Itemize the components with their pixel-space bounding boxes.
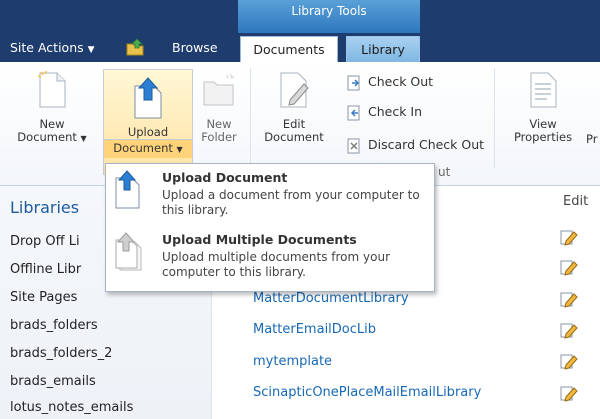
ribbon-separator <box>494 68 495 168</box>
view-properties-label-2: Properties <box>513 130 573 144</box>
new-document-button[interactable]: New Document ▼ <box>2 70 102 145</box>
edit-document-icon <box>280 72 309 108</box>
view-properties-icon <box>530 72 557 108</box>
new-folder-button[interactable]: New Folder <box>192 70 246 144</box>
edit-document-button[interactable]: Edit Document <box>254 70 334 144</box>
check-in-label: Check In <box>368 104 423 119</box>
menu-item-description: Upload a document from your computer to … <box>162 188 420 217</box>
new-document-label-2: Document <box>17 130 77 144</box>
discard-check-out-icon <box>347 138 360 153</box>
nav-item-lotus-notes-emails[interactable]: lotus_notes_emails <box>10 400 133 415</box>
upload-document-label-2: Document <box>113 141 173 155</box>
new-document-label-1: New <box>39 117 65 131</box>
navigate-up-icon[interactable] <box>125 38 145 56</box>
library-link-matter-document-library[interactable]: MatterDocumentLibrary <box>253 291 409 306</box>
upload-document-icon <box>134 77 162 119</box>
ribbon-separator <box>250 68 251 168</box>
library-link-matter-email-doc-lib[interactable]: MatterEmailDocLib <box>253 322 376 337</box>
nav-item-drop-off-library[interactable]: Drop Off Li <box>10 234 80 249</box>
upload-multiple-documents-icon <box>115 232 142 271</box>
nav-item-brads-folders-2[interactable]: brads_folders_2 <box>10 346 112 361</box>
menu-item-upload-document[interactable]: Upload Document Upload a document from y… <box>106 166 434 228</box>
view-properties-button[interactable]: View Properties <box>500 70 586 144</box>
menu-item-title: Upload Document <box>162 170 288 185</box>
nav-item-offline-library[interactable]: Offline Libr <box>10 262 81 277</box>
site-actions-menu[interactable]: Site Actions ▼ <box>10 33 95 62</box>
upload-document-dropdown[interactable]: Document ▼ <box>104 139 192 158</box>
check-in-icon <box>347 105 360 120</box>
menu-item-title: Upload Multiple Documents <box>162 232 357 247</box>
menu-item-description: Upload multiple documents from your comp… <box>162 250 391 279</box>
discard-check-out-button[interactable]: Discard Check Out <box>346 135 484 155</box>
upload-document-button[interactable]: Upload Document ▼ <box>103 69 193 175</box>
tab-documents[interactable]: Documents <box>240 36 338 62</box>
menu-item-upload-multiple-documents[interactable]: Upload Multiple Documents Upload multipl… <box>106 228 434 290</box>
library-tools-context-label: Library Tools <box>238 0 420 33</box>
truncated-ribbon-button-label[interactable]: Pr <box>586 132 597 146</box>
library-link-mytemplate[interactable]: mytemplate <box>253 354 332 369</box>
tab-browse[interactable]: Browse <box>172 33 218 62</box>
upload-document-icon <box>115 170 140 209</box>
edit-document-label-2: Document <box>264 130 324 144</box>
nav-item-brads-emails[interactable]: brads_emails <box>10 374 96 389</box>
chevron-down-icon: ▼ <box>87 45 95 55</box>
top-bar: Library Tools Site Actions ▼ Browse Docum… <box>0 0 600 62</box>
libraries-heading[interactable]: Libraries <box>10 198 79 217</box>
check-out-label: Check Out <box>368 74 434 89</box>
check-out-button[interactable]: Check Out <box>346 72 433 92</box>
upload-document-label-1: Upload <box>127 125 169 139</box>
nav-item-site-pages[interactable]: Site Pages <box>10 290 77 305</box>
new-folder-icon <box>203 73 235 106</box>
ribbon-group-label: ut <box>438 165 451 179</box>
edit-column-header: Edit <box>563 194 589 209</box>
edit-icon[interactable] <box>560 258 578 276</box>
site-actions-label: Site Actions <box>10 40 84 55</box>
check-out-icon <box>347 75 360 90</box>
new-folder-label-2: Folder <box>201 130 237 144</box>
chevron-down-icon: ▼ <box>80 134 87 143</box>
check-in-button[interactable]: Check In <box>346 102 422 122</box>
edit-icon[interactable] <box>560 290 578 308</box>
upload-document-menu: Upload Document Upload a document from y… <box>105 163 435 292</box>
edit-icon[interactable] <box>560 352 578 370</box>
edit-icon[interactable] <box>560 321 578 339</box>
new-document-icon <box>37 70 66 108</box>
edit-icon[interactable] <box>560 228 578 246</box>
discard-check-out-label: Discard Check Out <box>368 137 485 152</box>
library-link-scinaptic-oneplace-mail-email-library[interactable]: ScinapticOnePlaceMailEmailLibrary <box>253 385 481 400</box>
edit-icon[interactable] <box>560 384 578 402</box>
nav-item-brads-folders[interactable]: brads_folders <box>10 318 98 333</box>
chevron-down-icon: ▼ <box>176 145 183 154</box>
tab-library[interactable]: Library <box>346 36 420 62</box>
